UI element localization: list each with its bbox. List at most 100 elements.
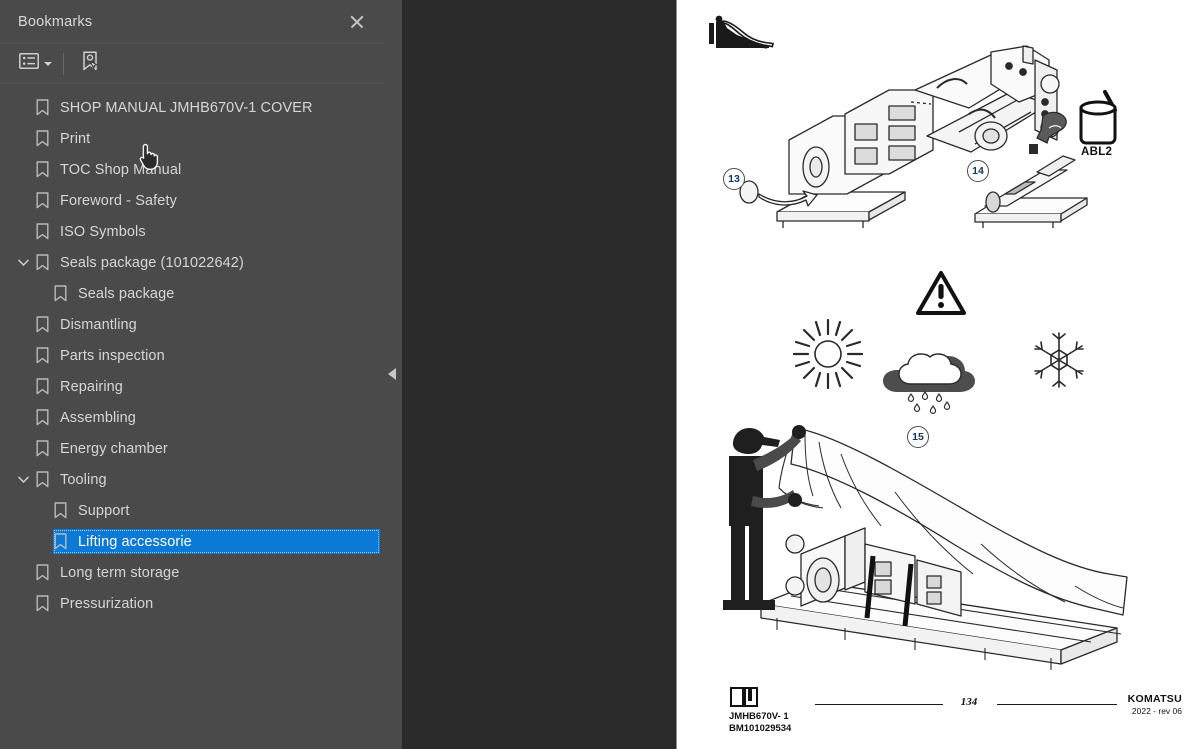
bookmark-label: TOC Shop Manual bbox=[60, 161, 182, 178]
bookmark-label: Long term storage bbox=[60, 564, 180, 581]
step-marker-13: 13 bbox=[723, 168, 745, 190]
bookmark-label: Repairing bbox=[60, 378, 123, 395]
bookmark-icon bbox=[32, 471, 52, 488]
panel-divider[interactable] bbox=[384, 0, 402, 749]
bookmark-icon bbox=[32, 161, 52, 178]
chevron-down-icon bbox=[44, 61, 52, 66]
bookmark-icon bbox=[32, 409, 52, 426]
bookmark-icon bbox=[32, 254, 52, 271]
bookmark-icon bbox=[32, 130, 52, 147]
bookmark-icon bbox=[32, 440, 52, 457]
bookmark-icon bbox=[32, 564, 52, 581]
bookmark-icon bbox=[50, 533, 70, 550]
bookmark-icon bbox=[32, 595, 52, 612]
bookmark-item[interactable]: Print bbox=[0, 123, 384, 154]
bookmark-label: Lifting accessorie bbox=[78, 533, 192, 550]
collapse-left-icon[interactable] bbox=[388, 368, 396, 380]
bookmark-pointer-icon bbox=[79, 50, 101, 77]
bookmark-label: Parts inspection bbox=[60, 347, 165, 364]
bookmark-item[interactable]: Foreword - Safety bbox=[0, 185, 384, 216]
bookmark-label: Assembling bbox=[60, 409, 136, 426]
bookmark-label: Foreword - Safety bbox=[60, 192, 177, 209]
bookmark-label: Energy chamber bbox=[60, 440, 168, 457]
bookmark-label: Tooling bbox=[60, 471, 107, 488]
manual-book-icon bbox=[729, 685, 761, 714]
bookmark-item[interactable]: Assembling bbox=[0, 402, 384, 433]
bookmark-icon bbox=[32, 223, 52, 240]
grease-pot-icon bbox=[1071, 88, 1131, 155]
chevron-down-icon[interactable] bbox=[14, 254, 32, 272]
bookmark-icon bbox=[32, 192, 52, 209]
panel-title: Bookmarks bbox=[18, 13, 93, 30]
bookmark-item[interactable]: Seals package bbox=[0, 278, 384, 309]
bookmark-item[interactable]: Dismantling bbox=[0, 309, 384, 340]
bookmark-label: Pressurization bbox=[60, 595, 154, 612]
bookmark-item[interactable]: ISO Symbols bbox=[0, 216, 384, 247]
bookmark-item[interactable]: Parts inspection bbox=[0, 340, 384, 371]
bookmark-item[interactable]: Tooling bbox=[0, 464, 384, 495]
list-options-icon bbox=[19, 53, 39, 74]
step-marker-15: 15 bbox=[907, 426, 929, 448]
bookmark-label: Seals package (101022642) bbox=[60, 254, 244, 271]
bookmark-icon bbox=[32, 347, 52, 364]
bookmark-item[interactable]: SHOP MANUAL JMHB670V-1 COVER bbox=[0, 92, 384, 123]
tarp-covering-illustration bbox=[695, 404, 1165, 699]
warning-triangle-icon bbox=[915, 270, 967, 321]
bookmark-item[interactable]: Lifting accessorie bbox=[0, 526, 384, 557]
page-number: 134 bbox=[960, 696, 978, 708]
new-bookmark-button[interactable] bbox=[76, 50, 104, 78]
bookmark-item[interactable]: TOC Shop Manual bbox=[0, 154, 384, 185]
bookmark-options-button[interactable] bbox=[16, 50, 55, 78]
bookmark-label: Print bbox=[60, 130, 91, 147]
grease-type-label: ABL2 bbox=[1081, 146, 1113, 158]
pdf-page: 13 14 ABL2 15 134 JMHB670V- 1 BM10102953… bbox=[676, 0, 1200, 749]
bookmark-label: Seals package bbox=[78, 285, 175, 302]
document-model-code: JMHB670V- 1 BM101029534 bbox=[729, 711, 792, 734]
bookmark-icon bbox=[32, 316, 52, 333]
brand-block: KOMATSU 2022 - rev 06 bbox=[1127, 693, 1182, 716]
bookmark-icon bbox=[50, 502, 70, 519]
bookmarks-list[interactable]: SHOP MANUAL JMHB670V-1 COVER Print TOC Sho… bbox=[0, 84, 384, 749]
close-icon[interactable] bbox=[344, 9, 370, 35]
bookmark-label: Dismantling bbox=[60, 316, 137, 333]
page-footer: 134 JMHB670V- 1 BM101029534 KOMATSU 2022… bbox=[707, 685, 1182, 735]
bookmark-icon bbox=[32, 99, 52, 116]
bookmark-label: Support bbox=[78, 502, 130, 519]
footer-rule-right bbox=[997, 704, 1117, 705]
document-viewer[interactable]: 13 14 ABL2 15 134 JMHB670V- 1 BM10102953… bbox=[402, 0, 1200, 749]
bookmark-item[interactable]: Support bbox=[0, 495, 384, 526]
bookmark-icon bbox=[32, 378, 52, 395]
snowflake-icon bbox=[1031, 330, 1087, 395]
bookmark-label: ISO Symbols bbox=[60, 223, 146, 240]
toolbar-divider bbox=[63, 52, 64, 75]
bookmarks-panel: Bookmarks SHOP MANUAL JMHB670V-1 COVER P… bbox=[0, 0, 384, 749]
bookmark-item[interactable]: Energy chamber bbox=[0, 433, 384, 464]
chevron-down-icon[interactable] bbox=[14, 471, 32, 489]
sun-icon bbox=[792, 318, 864, 395]
bookmark-label: SHOP MANUAL JMHB670V-1 COVER bbox=[60, 99, 313, 116]
bookmarks-panel-header: Bookmarks bbox=[0, 0, 384, 44]
bookmark-item[interactable]: Long term storage bbox=[0, 557, 384, 588]
pdf-viewer-window: Bookmarks SHOP MANUAL JMHB670V-1 COVER P… bbox=[0, 0, 1200, 749]
bookmark-icon bbox=[50, 285, 70, 302]
bookmark-item[interactable]: Repairing bbox=[0, 371, 384, 402]
footer-rule-left bbox=[815, 704, 943, 705]
bookmarks-toolbar bbox=[0, 44, 384, 84]
bookmark-item[interactable]: Pressurization bbox=[0, 588, 384, 619]
bookmark-item[interactable]: Seals package (101022642) bbox=[0, 247, 384, 278]
